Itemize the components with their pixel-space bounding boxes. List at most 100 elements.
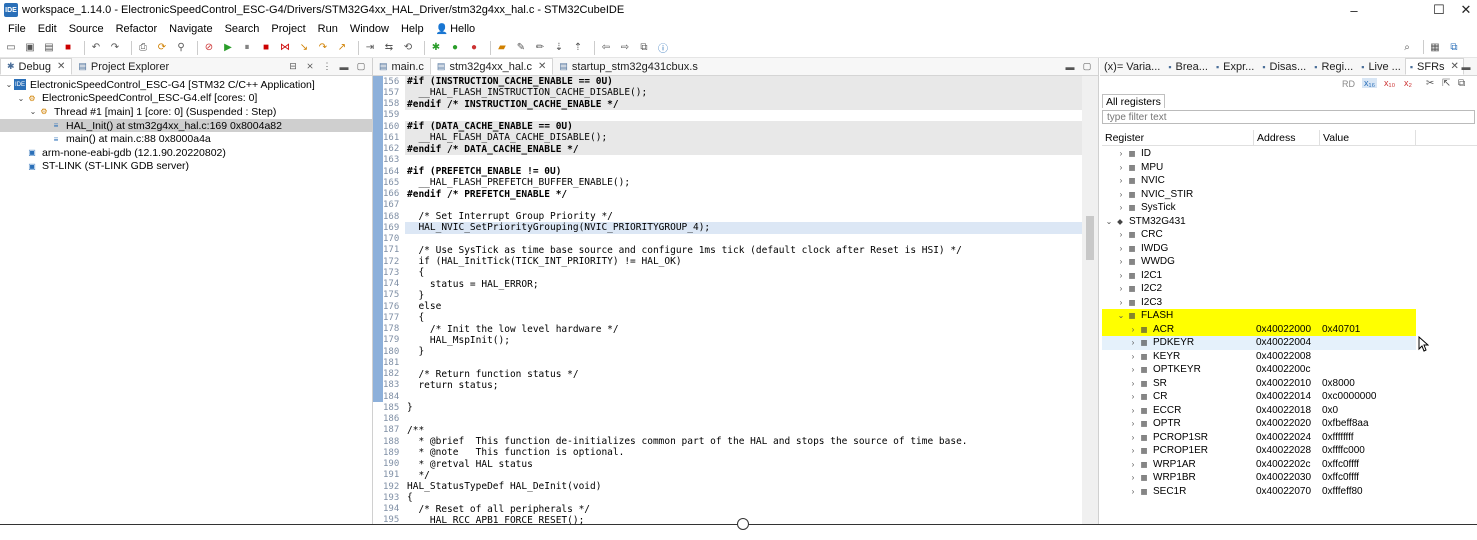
expand-icon[interactable]: › bbox=[1128, 419, 1138, 428]
code-line[interactable]: 183 return status; bbox=[373, 379, 1098, 391]
register-row[interactable]: › ▦ SEC1R 0x40022070 0xfffeff80 bbox=[1102, 485, 1477, 499]
menu-refactor[interactable]: Refactor bbox=[110, 23, 164, 35]
maximize-view-icon[interactable]: ▢ bbox=[1080, 60, 1094, 73]
menu-help[interactable]: Help bbox=[395, 23, 430, 35]
expand-icon[interactable]: › bbox=[1128, 487, 1138, 496]
code-line[interactable]: 190 * @retval HAL status bbox=[373, 459, 1098, 470]
refresh-icon[interactable]: ⟳ bbox=[155, 41, 169, 55]
disconnect-icon[interactable]: ⋈ bbox=[278, 41, 292, 55]
reset-icon[interactable]: ⇆ bbox=[382, 41, 396, 55]
resize-handle[interactable] bbox=[737, 518, 749, 530]
pencil-icon[interactable]: ✏ bbox=[533, 41, 547, 55]
register-value[interactable] bbox=[1320, 282, 1416, 296]
column-register[interactable]: Register bbox=[1102, 130, 1254, 145]
expand-icon[interactable]: › bbox=[1116, 271, 1126, 280]
remove-launches-icon[interactable]: ⨯ bbox=[303, 60, 317, 73]
register-value[interactable] bbox=[1320, 188, 1416, 202]
register-value[interactable] bbox=[1320, 147, 1416, 161]
back-icon[interactable]: ⇦ bbox=[599, 41, 613, 55]
register-row[interactable]: › ▦ I2C2 bbox=[1102, 282, 1477, 296]
expand-icon[interactable]: › bbox=[1116, 284, 1126, 293]
filter-icon[interactable]: ⚲ bbox=[174, 41, 188, 55]
expand-icon[interactable]: › bbox=[1128, 379, 1138, 388]
settings-icon[interactable]: ✂ bbox=[1426, 78, 1434, 89]
redo-icon[interactable]: ↷ bbox=[108, 41, 122, 55]
expand-icon[interactable]: › bbox=[1128, 460, 1138, 469]
debug-tree-item[interactable]: ⌄ ⚙ Thread #1 [main] 1 [core: 0] (Suspende… bbox=[0, 105, 372, 119]
debug-tree-item[interactable]: ⌄ ⚙ ElectronicSpeedControl_ESC-G4.elf [cor… bbox=[0, 92, 372, 106]
expand-icon[interactable]: › bbox=[1116, 190, 1126, 199]
expand-icon[interactable]: › bbox=[1116, 257, 1126, 266]
expand-icon[interactable]: › bbox=[1128, 365, 1138, 374]
register-row[interactable]: › ▦ IWDG bbox=[1102, 242, 1477, 256]
minimize-view-icon[interactable]: ▬ bbox=[337, 60, 351, 73]
code-line[interactable]: 158 #endif /* INSTRUCTION_CACHE_ENABLE */ bbox=[373, 98, 1098, 110]
expand-icon[interactable]: › bbox=[1128, 352, 1138, 361]
debug-tree-item[interactable]: ≡ HAL_Init() at stm32g4xx_hal.c:169 0x800… bbox=[0, 118, 372, 133]
column-address[interactable]: Address bbox=[1254, 130, 1320, 145]
tab-variables[interactable]: (x)= Varia... bbox=[1100, 58, 1164, 75]
menu-project[interactable]: Project bbox=[265, 23, 311, 35]
menu-window[interactable]: Window bbox=[344, 23, 395, 35]
expand-icon[interactable]: › bbox=[1128, 406, 1138, 415]
code-line[interactable]: 180 } bbox=[373, 346, 1098, 358]
code-line[interactable]: 169 HAL_NVIC_SetPriorityGrouping(NVIC_PR… bbox=[373, 222, 1098, 234]
code-line[interactable]: 172 if (HAL_InitTick(TICK_INT_PRIORITY) … bbox=[373, 256, 1098, 268]
undo-icon[interactable]: ↶ bbox=[89, 41, 103, 55]
code-line[interactable]: 157 __HAL_FLASH_INSTRUCTION_CACHE_DISABL… bbox=[373, 87, 1098, 99]
register-row[interactable]: › ▦ MPU bbox=[1102, 161, 1477, 175]
new-icon[interactable]: ▭ bbox=[4, 41, 18, 55]
register-value[interactable]: 0xfffeff80 bbox=[1320, 485, 1416, 499]
code-line[interactable]: 179 HAL_MspInit(); bbox=[373, 334, 1098, 346]
debug-tree-item[interactable]: ▣ arm-none-eabi-gdb (12.1.90.20220802) bbox=[0, 146, 372, 160]
step-return-icon[interactable]: ↗ bbox=[335, 41, 349, 55]
expand-icon[interactable]: › bbox=[1128, 446, 1138, 455]
tab-expressions[interactable]: ▪ Expr... bbox=[1212, 58, 1258, 75]
code-line[interactable]: 161 __HAL_FLASH_DATA_CACHE_DISABLE(); bbox=[373, 132, 1098, 144]
expand-icon[interactable]: › bbox=[1128, 325, 1138, 334]
decimal-format-icon[interactable]: x₁₀ bbox=[1384, 78, 1395, 88]
minimize-button[interactable]: – bbox=[1337, 0, 1371, 20]
code-line[interactable]: 162 #endif /* DATA_CACHE_ENABLE */ bbox=[373, 143, 1098, 155]
menu-search[interactable]: Search bbox=[219, 23, 266, 35]
external-tools-icon[interactable]: ● bbox=[467, 41, 481, 55]
register-value[interactable] bbox=[1320, 174, 1416, 188]
register-row[interactable]: › ▦ WRP1AR 0x4002202c 0xffc0ffff bbox=[1102, 458, 1477, 472]
register-value[interactable]: 0xffffffff bbox=[1320, 431, 1416, 445]
menu-hello[interactable]: 👤 Hello bbox=[430, 23, 482, 35]
terminate-icon[interactable]: ■ bbox=[259, 41, 273, 55]
code-line[interactable]: 195 __HAL_RCC_APB1_FORCE_RESET(); bbox=[373, 515, 1098, 524]
copy-icon[interactable]: ⧉ bbox=[1458, 78, 1465, 89]
register-value[interactable] bbox=[1320, 161, 1416, 175]
tab-stm32g4xx-hal-c[interactable]: ▤ stm32g4xx_hal.c ✕ bbox=[429, 58, 554, 75]
tab-breakpoints[interactable]: ▪ Brea... bbox=[1164, 58, 1212, 75]
code-line[interactable]: 182 /* Return function status */ bbox=[373, 368, 1098, 380]
code-line[interactable]: 171 /* Use SysTick as time base source a… bbox=[373, 244, 1098, 256]
register-value[interactable]: 0xffc0ffff bbox=[1320, 458, 1416, 472]
register-value[interactable] bbox=[1320, 363, 1416, 377]
code-line[interactable]: 178 /* Init the low level hardware */ bbox=[373, 323, 1098, 335]
expand-icon[interactable]: › bbox=[1128, 433, 1138, 442]
info-icon[interactable]: ⓘ bbox=[656, 41, 670, 55]
register-value[interactable]: 0x0 bbox=[1320, 404, 1416, 418]
expand-icon[interactable]: › bbox=[1128, 338, 1138, 347]
expand-icon[interactable]: › bbox=[1116, 149, 1126, 158]
register-value[interactable] bbox=[1320, 201, 1416, 215]
save-icon[interactable]: ▣ bbox=[23, 41, 37, 55]
code-line[interactable]: 193 { bbox=[373, 492, 1098, 503]
expand-icon[interactable]: ⌄ bbox=[28, 107, 38, 116]
menu-run[interactable]: Run bbox=[312, 23, 344, 35]
register-filter-input[interactable] bbox=[1102, 110, 1475, 124]
code-line[interactable]: 189 * @note This function is optional. bbox=[373, 447, 1098, 458]
code-line[interactable]: 164 #if (PREFETCH_ENABLE != 0U) bbox=[373, 166, 1098, 178]
skip-breakpoints-icon[interactable]: ⊘ bbox=[202, 41, 216, 55]
open-folder-icon[interactable]: ▰ bbox=[495, 41, 509, 55]
code-line[interactable]: 176 else bbox=[373, 301, 1098, 313]
tab-live-expressions[interactable]: ▪ Live ... bbox=[1357, 58, 1405, 75]
register-row[interactable]: › ▦ OPTKEYR 0x4002200c bbox=[1102, 363, 1477, 377]
hex-format-icon[interactable]: x₁₆ bbox=[1362, 78, 1378, 88]
menu-edit[interactable]: Edit bbox=[32, 23, 63, 35]
register-value[interactable] bbox=[1320, 336, 1416, 350]
register-value[interactable] bbox=[1320, 350, 1416, 364]
code-line[interactable]: 194 /* Reset of all peripherals */ bbox=[373, 504, 1098, 515]
